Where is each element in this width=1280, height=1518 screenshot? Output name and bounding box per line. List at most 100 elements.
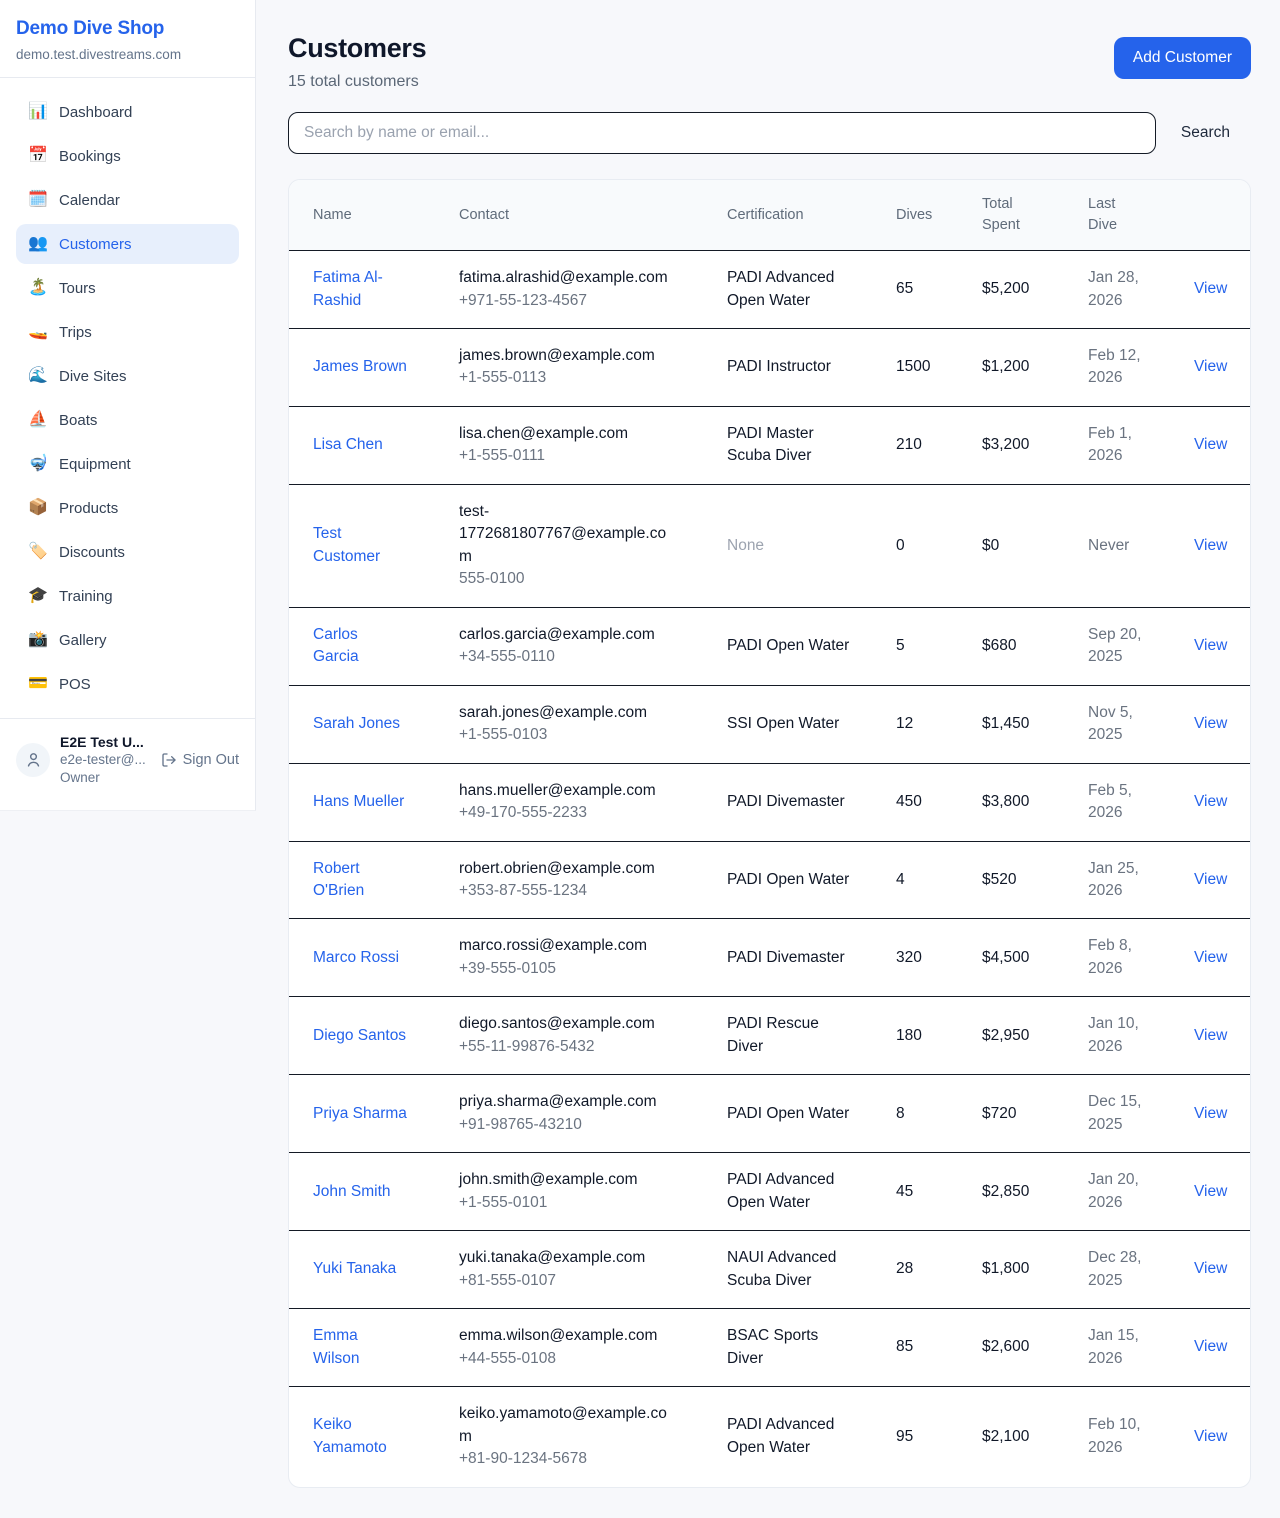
- cell-name: Emma Wilson: [289, 1309, 435, 1387]
- cell-contact: emma.wilson@example.com +44-555-0108: [435, 1309, 703, 1387]
- cell-view: View: [1170, 1309, 1250, 1387]
- view-customer-link[interactable]: View: [1194, 1338, 1227, 1355]
- page-title: Customers: [288, 33, 426, 64]
- nav-item-label: Equipment: [59, 456, 131, 473]
- customer-name-link[interactable]: James Brown: [313, 356, 407, 378]
- search-input[interactable]: [288, 112, 1156, 154]
- customer-name-link[interactable]: Fatima Al-Rashid: [313, 267, 407, 312]
- sidebar-item-training[interactable]: 🎓 Training: [16, 576, 239, 616]
- view-customer-link[interactable]: View: [1194, 637, 1227, 654]
- nav-item-icon: 🏷️: [28, 544, 48, 560]
- customer-phone: +44-555-0108: [459, 1348, 703, 1370]
- sign-out-icon: [161, 752, 177, 768]
- view-customer-link[interactable]: View: [1194, 793, 1227, 810]
- view-customer-link[interactable]: View: [1194, 715, 1227, 732]
- user-email: e2e-tester@...: [60, 751, 151, 769]
- customer-phone: +49-170-555-2233: [459, 802, 703, 824]
- cell-dives: 0: [872, 484, 958, 607]
- cell-dives: 180: [872, 997, 958, 1075]
- customer-name-link[interactable]: Diego Santos: [313, 1025, 406, 1047]
- cell-view: View: [1170, 841, 1250, 919]
- nav-item-label: Bookings: [59, 148, 121, 165]
- customer-name-link[interactable]: Sarah Jones: [313, 713, 400, 735]
- customer-name-link[interactable]: Test Customer: [313, 523, 407, 568]
- cell-dives: 4: [872, 841, 958, 919]
- customer-name-link[interactable]: Priya Sharma: [313, 1103, 407, 1125]
- customer-name-link[interactable]: Carlos Garcia: [313, 624, 407, 669]
- cell-dives: 450: [872, 763, 958, 841]
- customer-name-link[interactable]: Hans Mueller: [313, 791, 404, 813]
- brand-domain: demo.test.divestreams.com: [16, 47, 239, 62]
- customer-email: marco.rossi@example.com: [459, 935, 677, 957]
- user-info: E2E Test U... e2e-tester@... Owner: [60, 733, 151, 786]
- sign-out-button[interactable]: Sign Out: [161, 752, 239, 768]
- customer-name-link[interactable]: Robert O'Brien: [313, 858, 407, 903]
- sidebar-item-boats[interactable]: ⛵ Boats: [16, 400, 239, 440]
- view-customer-link[interactable]: View: [1194, 871, 1227, 888]
- cell-total-spent: $3,200: [958, 406, 1064, 484]
- sidebar-item-tours[interactable]: 🏝️ Tours: [16, 268, 239, 308]
- cell-contact: lisa.chen@example.com +1-555-0111: [435, 406, 703, 484]
- cell-name: Diego Santos: [289, 997, 435, 1075]
- customer-name-link[interactable]: John Smith: [313, 1181, 391, 1203]
- cell-contact: diego.santos@example.com +55-11-99876-54…: [435, 997, 703, 1075]
- view-customer-link[interactable]: View: [1194, 358, 1227, 375]
- cell-total-spent: $720: [958, 1075, 1064, 1153]
- customers-table: Name Contact Certification Dives Total S…: [289, 180, 1250, 1487]
- table-row: Lisa Chen lisa.chen@example.com +1-555-0…: [289, 406, 1250, 484]
- sidebar-item-bookings[interactable]: 📅 Bookings: [16, 136, 239, 176]
- cell-contact: marco.rossi@example.com +39-555-0105: [435, 919, 703, 997]
- customer-name-link[interactable]: Keiko Yamamoto: [313, 1414, 407, 1459]
- table-row: Yuki Tanaka yuki.tanaka@example.com +81-…: [289, 1231, 1250, 1309]
- cell-certification: PADI Open Water: [703, 607, 872, 685]
- view-customer-link[interactable]: View: [1194, 280, 1227, 297]
- customer-name-link[interactable]: Emma Wilson: [313, 1325, 407, 1370]
- cell-total-spent: $5,200: [958, 251, 1064, 329]
- cell-certification: PADI Open Water: [703, 841, 872, 919]
- view-customer-link[interactable]: View: [1194, 537, 1227, 554]
- cell-total-spent: $2,100: [958, 1387, 1064, 1487]
- user-name: E2E Test U...: [60, 733, 151, 751]
- sidebar-item-trips[interactable]: 🚤 Trips: [16, 312, 239, 352]
- sidebar-item-gallery[interactable]: 📸 Gallery: [16, 620, 239, 660]
- view-customer-link[interactable]: View: [1194, 949, 1227, 966]
- cell-name: Yuki Tanaka: [289, 1231, 435, 1309]
- cell-dives: 1500: [872, 328, 958, 406]
- view-customer-link[interactable]: View: [1194, 1428, 1227, 1445]
- cell-view: View: [1170, 1153, 1250, 1231]
- nav-item-label: Dashboard: [59, 104, 132, 121]
- customer-name-link[interactable]: Marco Rossi: [313, 947, 399, 969]
- search-button[interactable]: Search: [1156, 112, 1251, 154]
- sidebar-item-products[interactable]: 📦 Products: [16, 488, 239, 528]
- cell-total-spent: $1,450: [958, 685, 1064, 763]
- sidebar-item-dashboard[interactable]: 📊 Dashboard: [16, 92, 239, 132]
- cell-dives: 8: [872, 1075, 958, 1153]
- view-customer-link[interactable]: View: [1194, 1027, 1227, 1044]
- cell-last-dive: Feb 5, 2026: [1064, 763, 1170, 841]
- add-customer-button[interactable]: Add Customer: [1114, 37, 1251, 79]
- cell-last-dive: Feb 8, 2026: [1064, 919, 1170, 997]
- customer-email: robert.obrien@example.com: [459, 858, 677, 880]
- cell-name: Test Customer: [289, 484, 435, 607]
- cell-total-spent: $4,500: [958, 919, 1064, 997]
- view-customer-link[interactable]: View: [1194, 1183, 1227, 1200]
- nav-item-icon: 🤿: [28, 456, 48, 472]
- table-row: Emma Wilson emma.wilson@example.com +44-…: [289, 1309, 1250, 1387]
- sidebar-item-equipment[interactable]: 🤿 Equipment: [16, 444, 239, 484]
- cell-certification: None: [703, 484, 872, 607]
- customer-name-link[interactable]: Lisa Chen: [313, 434, 383, 456]
- customer-name-link[interactable]: Yuki Tanaka: [313, 1258, 396, 1280]
- cell-name: Marco Rossi: [289, 919, 435, 997]
- sidebar-item-calendar[interactable]: 🗓️ Calendar: [16, 180, 239, 220]
- cell-certification: PADI Advanced Open Water: [703, 1387, 872, 1487]
- sidebar-item-discounts[interactable]: 🏷️ Discounts: [16, 532, 239, 572]
- sidebar-item-pos[interactable]: 💳 POS: [16, 664, 239, 704]
- customer-email: diego.santos@example.com: [459, 1013, 677, 1035]
- view-customer-link[interactable]: View: [1194, 1105, 1227, 1122]
- cell-last-dive: Feb 12, 2026: [1064, 328, 1170, 406]
- view-customer-link[interactable]: View: [1194, 436, 1227, 453]
- sidebar-item-dive-sites[interactable]: 🌊 Dive Sites: [16, 356, 239, 396]
- sidebar-item-customers[interactable]: 👥 Customers: [16, 224, 239, 264]
- view-customer-link[interactable]: View: [1194, 1260, 1227, 1277]
- main-content: Customers 15 total customers Add Custome…: [256, 0, 1280, 1518]
